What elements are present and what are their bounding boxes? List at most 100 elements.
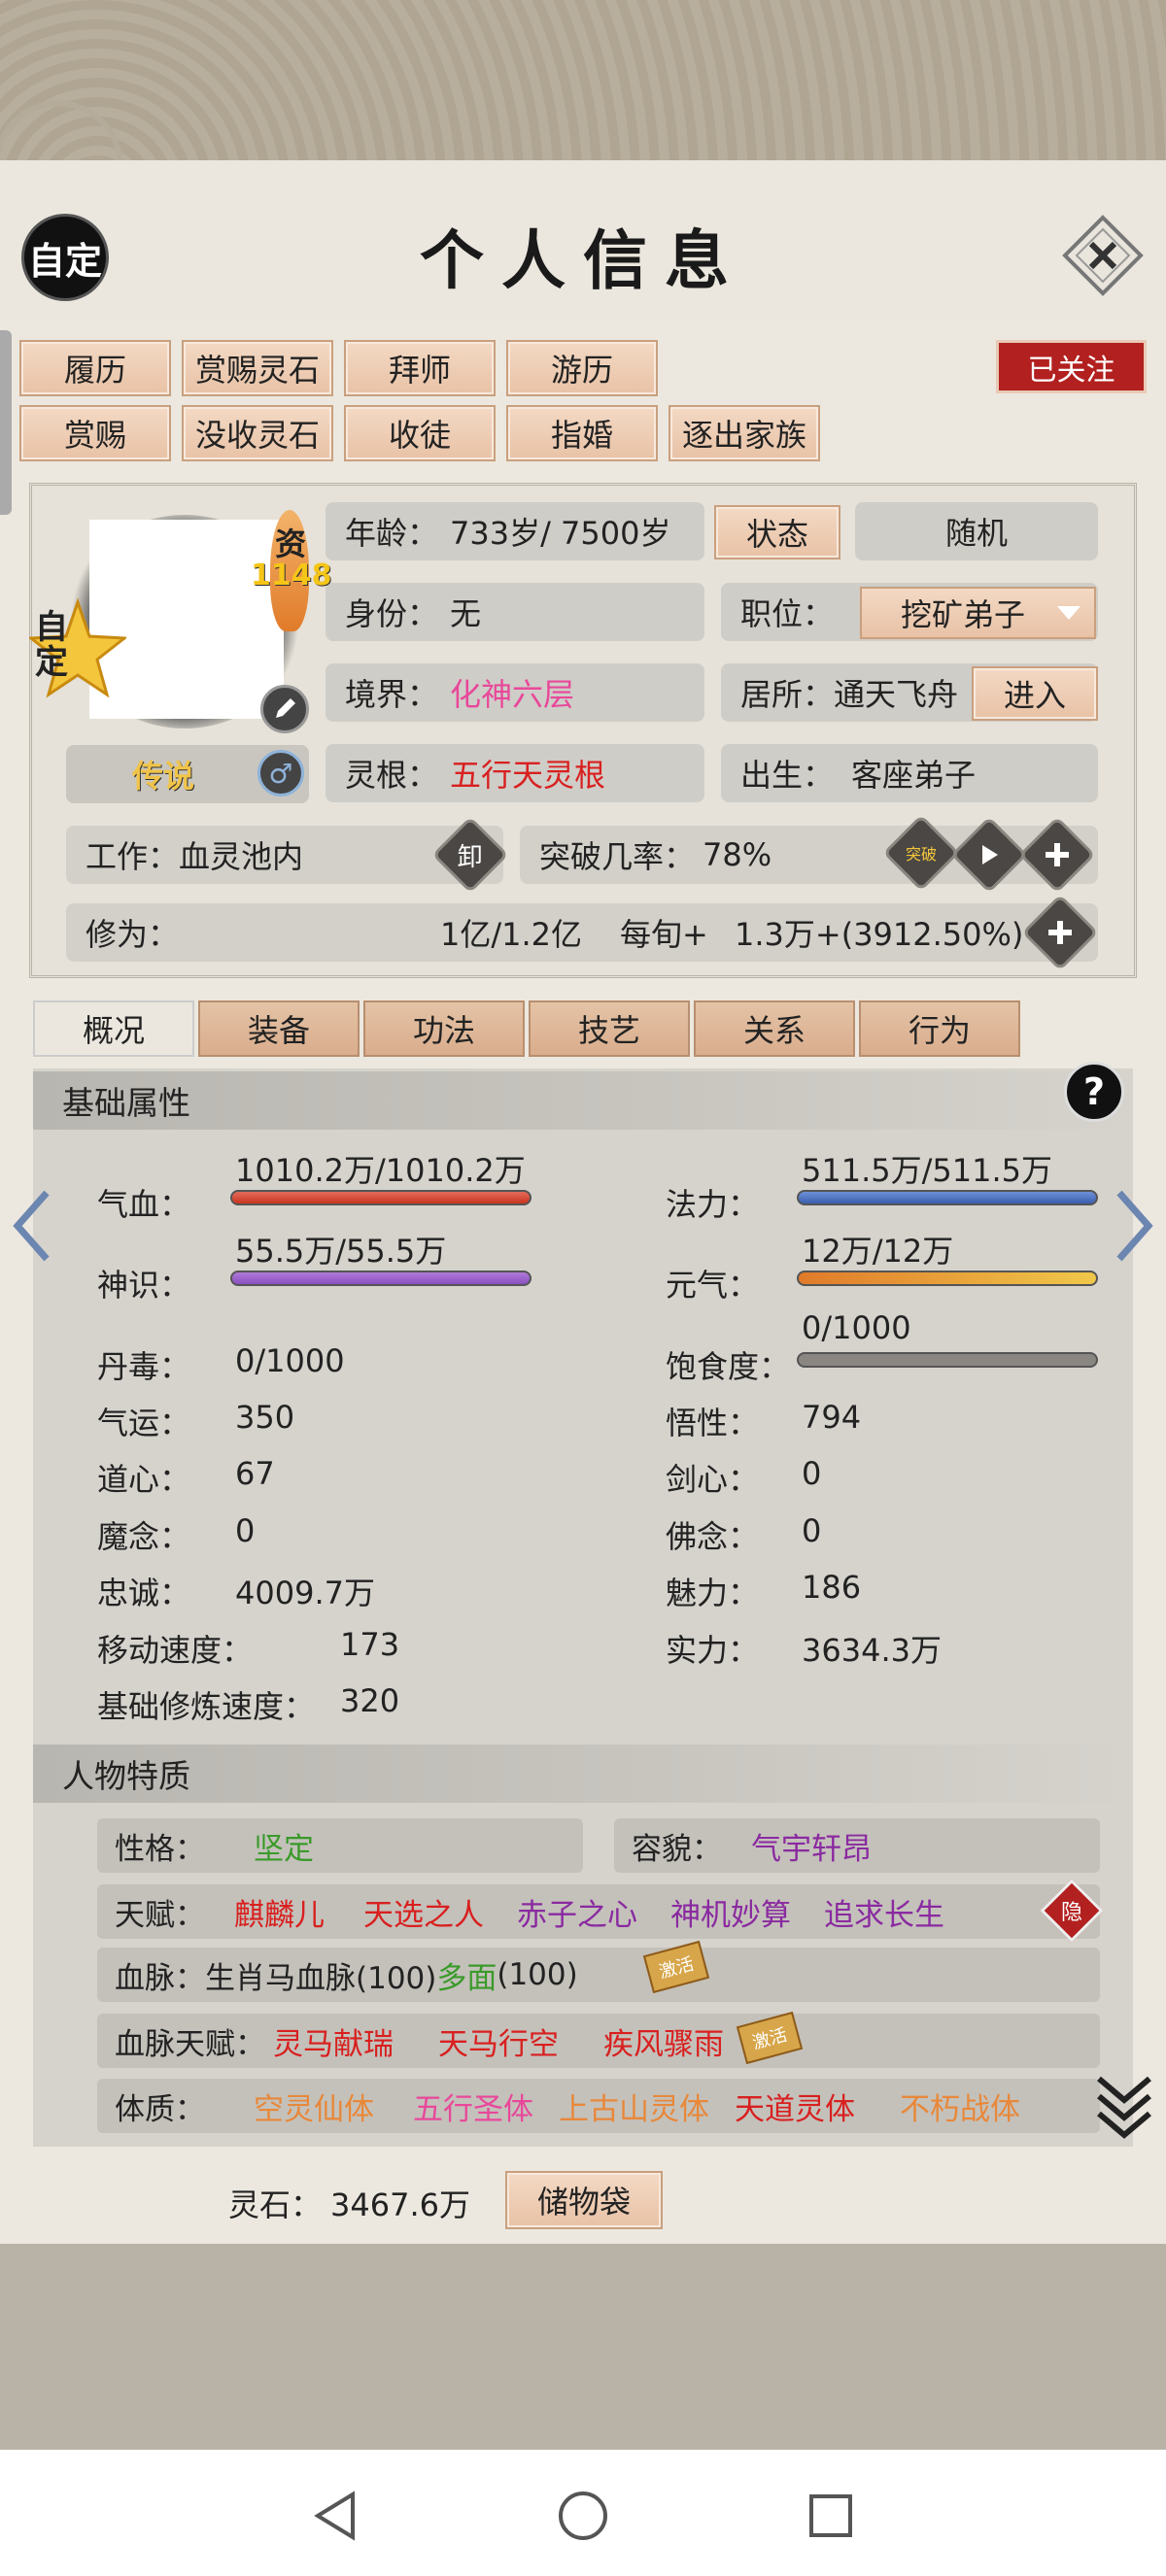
background-area [0, 2244, 1166, 2450]
basic-attributes-title: 基础属性 [62, 1084, 190, 1122]
stat-value: 0 [802, 1455, 822, 1492]
hp-bar [230, 1190, 532, 1205]
bloodline-extra-value: (100) [497, 1957, 578, 1992]
tab-actions[interactable]: 行为 [859, 1000, 1020, 1057]
age-value: 733岁/ 7500岁 [450, 515, 671, 552]
satiety-label: 饱食度： [666, 1348, 791, 1385]
talent-label: 天赋： [115, 1897, 205, 1933]
talent-item[interactable]: 麒麟儿 [234, 1890, 325, 1934]
plus-icon [1048, 921, 1072, 944]
vital-bar [797, 1271, 1098, 1286]
bloodline-row: 血脉： 生肖马血脉(100) 多面 (100) [97, 1948, 1100, 2002]
body-row: 体质： 空灵仙体 五行圣体 上古山灵体 天道灵体 不朽战体 [97, 2079, 1100, 2133]
apprentice-button[interactable]: 拜师 [344, 340, 496, 396]
arrange-marriage-button[interactable]: 指婚 [506, 405, 658, 461]
nav-home-button[interactable] [554, 2487, 612, 2549]
blood-talent-item[interactable]: 灵马献瑞 [273, 2019, 394, 2063]
personality-value: 坚定 [254, 1831, 314, 1867]
tab-relations[interactable]: 关系 [694, 1000, 855, 1057]
body-item[interactable]: 天道灵体 [735, 2085, 855, 2128]
prev-arrow[interactable] [8, 1187, 56, 1269]
mana-bar [797, 1190, 1098, 1205]
custom-badge-label: 自定 [35, 608, 68, 682]
confiscate-stone-button[interactable]: 没收灵石 [182, 405, 333, 461]
tab-overview[interactable]: 概况 [33, 1000, 194, 1057]
stat-label: 佛念： [666, 1518, 760, 1555]
random-button[interactable]: 随机 [855, 502, 1098, 560]
satiety-bar [797, 1352, 1098, 1368]
status-button[interactable]: 状态 [714, 505, 840, 559]
chevron-down-icon [1057, 606, 1080, 620]
body-item[interactable]: 不朽战体 [900, 2085, 1020, 2128]
hp-label: 气血： [97, 1186, 191, 1223]
reward-button[interactable]: 赏赐 [19, 405, 171, 461]
identity-value: 无 [450, 595, 482, 632]
double-chevron-down-icon [1097, 2076, 1151, 2139]
tab-equipment[interactable]: 装备 [198, 1000, 360, 1057]
stat-value: 0 [235, 1512, 256, 1549]
hide-label: 隐 [1060, 1900, 1083, 1925]
age-label: 年龄： [345, 515, 439, 552]
residence-label: 居所： [740, 676, 835, 713]
tab-skills[interactable]: 功法 [363, 1000, 525, 1057]
root-label: 灵根： [345, 757, 439, 794]
tab-crafts[interactable]: 技艺 [529, 1000, 690, 1057]
body-item[interactable]: 上古山灵体 [559, 2085, 709, 2128]
close-button[interactable] [1059, 212, 1147, 299]
help-button[interactable]: ? [1064, 1062, 1124, 1122]
side-tab[interactable] [0, 330, 12, 515]
top-decoration [0, 0, 1166, 160]
unload-label: 卸 [457, 842, 484, 872]
identity-field: 身份： 无 [326, 583, 704, 641]
stat-label: 气运： [97, 1405, 191, 1441]
root-value: 五行天灵根 [450, 757, 606, 794]
next-arrow[interactable] [1110, 1187, 1158, 1269]
talent-item[interactable]: 赤子之心 [517, 1890, 637, 1934]
enter-button[interactable]: 进入 [972, 666, 1098, 721]
stat-label: 丹毒： [97, 1348, 191, 1385]
talent-item[interactable]: 天选之人 [363, 1890, 484, 1934]
stat-label: 悟性： [666, 1405, 760, 1441]
expand-more-button[interactable] [1093, 2069, 1155, 2151]
realm-field: 境界： 化神六层 [326, 663, 704, 722]
blood-talent-item[interactable]: 疾风骤雨 [603, 2019, 724, 2063]
satiety-value: 0/1000 [802, 1309, 911, 1346]
stat-value: 0 [802, 1512, 822, 1549]
edit-avatar-button[interactable] [260, 685, 309, 733]
storage-bag-button[interactable]: 储物袋 [505, 2171, 663, 2229]
body-label: 体质： [115, 2091, 205, 2127]
followed-badge[interactable]: 已关注 [996, 340, 1147, 393]
expel-button[interactable]: 逐出家族 [669, 405, 820, 461]
position-dropdown[interactable]: 挖矿弟子 [860, 587, 1096, 639]
stat-value: 794 [802, 1399, 862, 1436]
realm-value: 化神六层 [450, 676, 575, 713]
talent-item[interactable]: 神机妙算 [670, 1890, 791, 1934]
body-item[interactable]: 五行圣体 [413, 2085, 533, 2128]
sense-bar [230, 1271, 532, 1286]
reward-stone-button[interactable]: 赏赐灵石 [182, 340, 333, 396]
pencil-icon [276, 698, 295, 718]
body-item[interactable]: 空灵仙体 [254, 2085, 374, 2128]
birth-field: 出生： 客座弟子 [721, 744, 1098, 802]
vital-label: 元气： [666, 1267, 760, 1304]
nav-back-button[interactable] [306, 2487, 364, 2549]
talent-row: 天赋： 麒麟儿 天选之人 赤子之心 神机妙算 追求长生 [97, 1884, 1100, 1939]
personality-row: 性格： 坚定 [97, 1818, 583, 1873]
stat-value: 173 [340, 1626, 400, 1663]
stat-label: 基础修炼速度： [97, 1688, 316, 1725]
page-title: 个人信息 [420, 222, 746, 298]
talent-item[interactable]: 追求长生 [824, 1890, 944, 1934]
sense-label: 神识： [97, 1267, 191, 1304]
nav-recents-button[interactable] [802, 2487, 860, 2549]
breakthrough-label: 突破几率： [539, 838, 696, 875]
stat-label: 移动速度： [97, 1632, 254, 1669]
per-value: 1.3万+(3912.50%) [735, 916, 1024, 953]
take-disciple-button[interactable]: 收徒 [344, 405, 496, 461]
play-icon [982, 845, 998, 864]
stat-value: 0/1000 [235, 1342, 345, 1379]
travel-button[interactable]: 游历 [506, 340, 658, 396]
root-field: 灵根： 五行天灵根 [326, 744, 704, 802]
blood-talent-item[interactable]: 天马行空 [438, 2019, 559, 2063]
resume-button[interactable]: 履历 [19, 340, 171, 396]
residence-value: 通天飞舟 [834, 676, 959, 713]
